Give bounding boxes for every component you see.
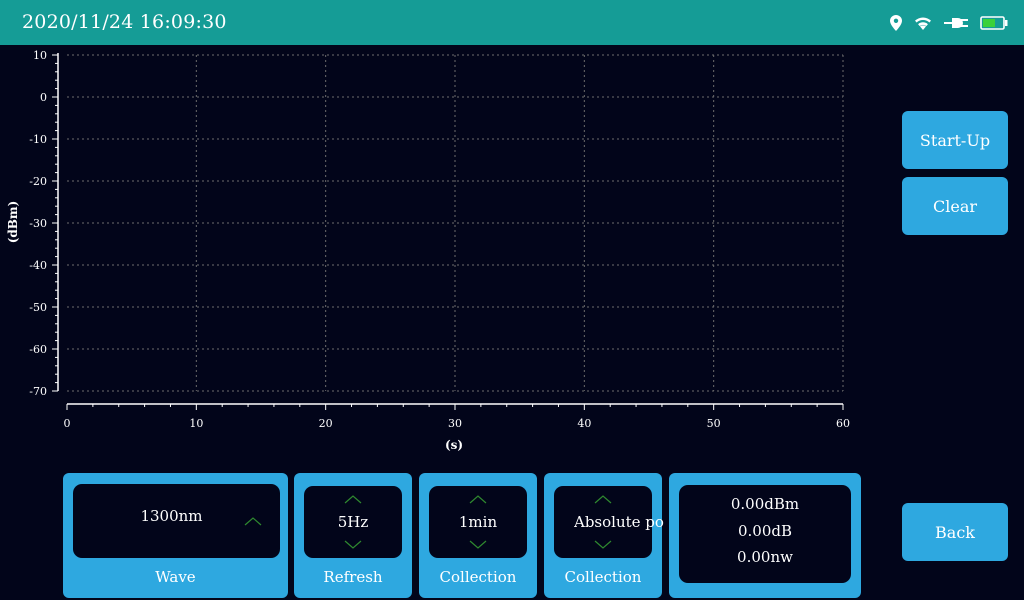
y-tick-label: -70: [29, 385, 47, 398]
location-icon: [890, 15, 902, 31]
chart-axes: 10 0 -10 -20 -30 -40 -50 -60 -70 0 10 20 30 40 50 60: [29, 49, 850, 430]
wave-panel: 1300nm Wave: [63, 473, 288, 598]
x-tick-label: 10: [189, 417, 203, 430]
clear-button[interactable]: Clear: [902, 177, 1008, 235]
status-bar: 2020/11/24 16:09:30: [0, 0, 1024, 45]
y-tick-label: 10: [33, 49, 47, 62]
wifi-icon: [914, 16, 932, 30]
collection-mode-down-arrow-icon[interactable]: [593, 540, 613, 550]
x-tick-label: 30: [448, 417, 462, 430]
back-button[interactable]: Back: [902, 503, 1008, 561]
refresh-up-arrow-icon[interactable]: [343, 494, 363, 504]
refresh-selector[interactable]: 5Hz: [304, 486, 402, 558]
start-up-button[interactable]: Start-Up: [902, 111, 1008, 169]
x-tick-label: 40: [577, 417, 591, 430]
readout-box: 0.00dBm 0.00dB 0.00nw: [679, 485, 851, 583]
plug-icon: [944, 16, 968, 30]
y-tick-label: -60: [29, 343, 47, 356]
y-tick-label: -20: [29, 175, 47, 188]
refresh-panel: 5Hz Refresh: [294, 473, 412, 598]
y-tick-label: -30: [29, 217, 47, 230]
status-datetime: 2020/11/24 16:09:30: [22, 11, 227, 33]
collection-mode-up-arrow-icon[interactable]: [593, 494, 613, 504]
x-tick-label: 20: [319, 417, 333, 430]
collection-time-up-arrow-icon[interactable]: [468, 494, 488, 504]
x-tick-label: 0: [64, 417, 71, 430]
wave-up-arrow-icon[interactable]: [243, 516, 263, 526]
readout-nw: 0.00nw: [737, 548, 793, 566]
y-tick-label: 0: [40, 91, 47, 104]
readout-panel: 0.00dBm 0.00dB 0.00nw: [669, 473, 861, 598]
readout-dbm: 0.00dBm: [730, 495, 800, 513]
y-tick-label: -50: [29, 301, 47, 314]
collection-time-value: 1min: [458, 513, 498, 531]
y-tick-label: -40: [29, 259, 47, 272]
readout-db: 0.00dB: [737, 522, 793, 540]
collection-time-selector[interactable]: 1min: [429, 486, 527, 558]
collection-mode-value: Absolute po: [574, 513, 664, 531]
collection-time-down-arrow-icon[interactable]: [468, 540, 488, 550]
collection-mode-panel: Absolute po Collection: [544, 473, 664, 598]
refresh-down-arrow-icon[interactable]: [343, 540, 363, 550]
wave-label: Wave: [155, 568, 196, 586]
wave-selector[interactable]: 1300nm: [73, 484, 280, 558]
y-axis-label: (dBm): [6, 201, 20, 244]
x-tick-label: 50: [707, 417, 721, 430]
collection-mode-selector[interactable]: Absolute po: [554, 486, 664, 558]
status-icons: [890, 12, 1008, 34]
collection-mode-label: Collection: [564, 568, 642, 586]
refresh-label: Refresh: [323, 568, 383, 586]
y-tick-label: -10: [29, 133, 47, 146]
x-tick-label: 60: [836, 417, 850, 430]
battery-icon: [980, 16, 1008, 30]
collection-time-label: Collection: [439, 568, 517, 586]
x-axis-label: (s): [445, 438, 463, 452]
refresh-value: 5Hz: [337, 513, 369, 531]
chart-grid: [67, 54, 844, 392]
power-chart: 10 0 -10 -20 -30 -40 -50 -60 -70 0 10 20 30 40 50 60 (d…: [6, 49, 850, 452]
collection-time-panel: 1min Collection: [419, 473, 537, 598]
